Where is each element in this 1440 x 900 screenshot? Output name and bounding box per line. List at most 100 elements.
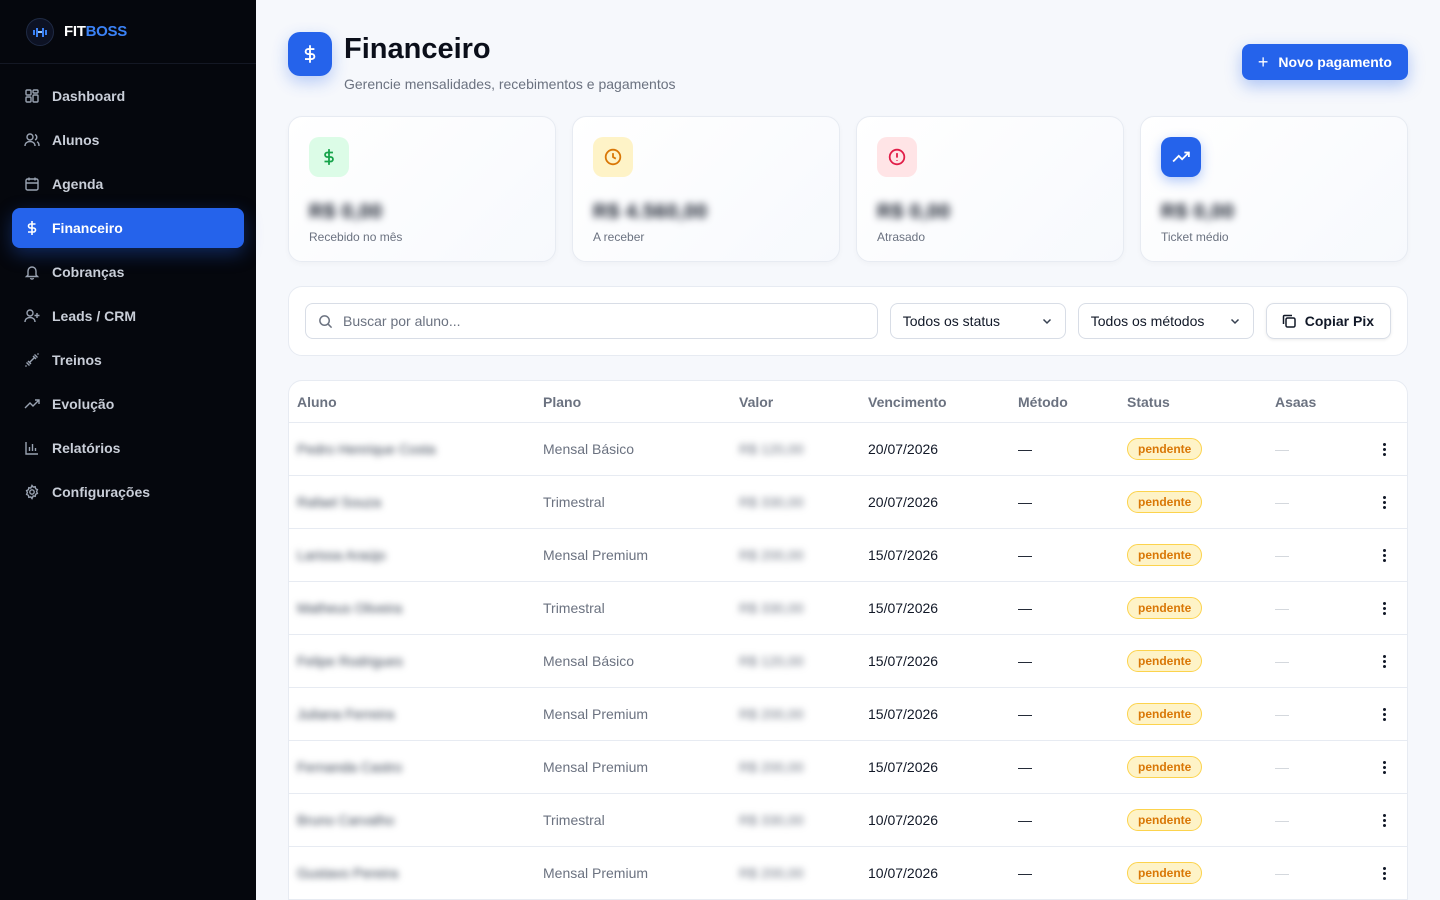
sidebar-item-label: Relatórios <box>52 440 121 456</box>
table-row[interactable]: Fernanda Castro Mensal Premium R$ 200,00 15… <box>289 741 1407 794</box>
table-row[interactable]: Larissa Araújo Mensal Premium R$ 200,00 15/… <box>289 529 1407 582</box>
column-header-valor[interactable]: Valor <box>739 394 868 410</box>
status-badge: pendente <box>1127 438 1203 460</box>
stat-card-overdue: R$ 0,00 Atrasado <box>856 116 1124 262</box>
cell-plano: Mensal Premium <box>543 706 649 722</box>
clock-icon <box>593 137 633 177</box>
cell-asaas: — <box>1275 653 1289 669</box>
cell-status: pendente <box>1127 544 1275 566</box>
cell-actions <box>1355 495 1407 509</box>
more-vertical-icon[interactable] <box>1383 813 1387 827</box>
column-header-aluno[interactable]: Aluno <box>289 394 543 410</box>
cell-aluno[interactable]: Larissa Araújo <box>289 547 543 563</box>
more-vertical-icon[interactable] <box>1383 866 1387 880</box>
table-row[interactable]: Rafael Souza Trimestral R$ 330,00 20/07/202… <box>289 476 1407 529</box>
cell-aluno[interactable]: Bruno Carvalho <box>289 812 543 828</box>
column-header-plano[interactable]: Plano <box>543 394 739 410</box>
stat-value: R$ 4.560,00 <box>593 201 708 223</box>
cell-plano: Trimestral <box>543 600 605 616</box>
bar-chart-icon <box>24 440 40 456</box>
cell-plano: Mensal Premium <box>543 547 649 563</box>
cell-actions <box>1355 601 1407 615</box>
table-header: Aluno Plano Valor Vencimento Método Stat… <box>289 381 1407 423</box>
copy-icon <box>1282 314 1296 328</box>
chevron-down-icon <box>1230 318 1239 325</box>
table-row[interactable]: Matheus Oliveira Trimestral R$ 330,00 15/07… <box>289 582 1407 635</box>
sidebar-item-alunos[interactable]: Alunos <box>12 120 244 160</box>
cell-aluno[interactable]: Juliana Ferreira <box>289 706 543 722</box>
new-payment-label: Novo pagamento <box>1278 54 1392 70</box>
column-header-asaas[interactable]: Asaas <box>1275 394 1355 410</box>
method-select-value: Todos os métodos <box>1090 313 1205 329</box>
sidebar-item-agenda[interactable]: Agenda <box>12 164 244 204</box>
cell-actions <box>1355 442 1407 456</box>
cell-metodo: — <box>1018 653 1032 669</box>
column-header-status[interactable]: Status <box>1127 394 1275 410</box>
cell-status: pendente <box>1127 491 1275 513</box>
status-select[interactable]: Todos os status <box>889 303 1066 339</box>
cell-status: pendente <box>1127 703 1275 725</box>
sidebar-item-financeiro[interactable]: Financeiro <box>12 208 244 248</box>
payments-table: Aluno Plano Valor Vencimento Método Stat… <box>288 380 1408 900</box>
sidebar-item-configuracoes[interactable]: Configurações <box>12 472 244 512</box>
cell-vencimento: 15/07/2026 <box>868 759 939 775</box>
more-vertical-icon[interactable] <box>1383 548 1387 562</box>
cell-aluno[interactable]: Pedro Henrique Costa <box>289 441 543 457</box>
trending-up-icon <box>1161 137 1201 177</box>
cell-vencimento: 15/07/2026 <box>868 600 939 616</box>
table-row[interactable]: Juliana Ferreira Mensal Premium R$ 200,00 1… <box>289 688 1407 741</box>
method-select[interactable]: Todos os métodos <box>1077 303 1254 339</box>
search-icon <box>319 314 333 328</box>
cell-aluno[interactable]: Felipe Rodrigues <box>289 653 543 669</box>
cell-valor: R$ 330,00 <box>739 600 804 616</box>
gear-icon <box>24 484 40 500</box>
brand-logo-icon <box>26 17 54 46</box>
stat-card-receivable: R$ 4.560,00 A receber <box>572 116 840 262</box>
column-header-vencimento[interactable]: Vencimento <box>868 394 1018 410</box>
column-header-metodo[interactable]: Método <box>1018 394 1127 410</box>
status-badge: pendente <box>1127 703 1203 725</box>
cell-asaas: — <box>1275 865 1289 881</box>
more-vertical-icon[interactable] <box>1383 760 1387 774</box>
sidebar-item-cobrancas[interactable]: Cobranças <box>12 252 244 292</box>
cell-actions <box>1355 707 1407 721</box>
cell-aluno[interactable]: Matheus Oliveira <box>289 600 543 616</box>
cell-aluno[interactable]: Fernanda Castro <box>289 759 543 775</box>
sidebar-item-relatorios[interactable]: Relatórios <box>12 428 244 468</box>
cell-asaas: — <box>1275 547 1289 563</box>
search-input[interactable]: Buscar por aluno... <box>305 303 878 339</box>
page-title: Financeiro <box>344 33 491 65</box>
cell-vencimento: 10/07/2026 <box>868 812 939 828</box>
cell-metodo: — <box>1018 759 1032 775</box>
cell-metodo: — <box>1018 706 1032 722</box>
cell-vencimento: 15/07/2026 <box>868 653 939 669</box>
sidebar: FITBOSS Dashboard Alunos Agenda Financei… <box>0 0 256 900</box>
cell-valor: R$ 200,00 <box>739 759 804 775</box>
sidebar-item-leads-crm[interactable]: Leads / CRM <box>12 296 244 336</box>
more-vertical-icon[interactable] <box>1383 654 1387 668</box>
more-vertical-icon[interactable] <box>1383 707 1387 721</box>
dollar-icon <box>288 32 332 76</box>
brand[interactable]: FITBOSS <box>0 0 256 64</box>
more-vertical-icon[interactable] <box>1383 601 1387 615</box>
cell-vencimento: 15/07/2026 <box>868 547 939 563</box>
sidebar-item-treinos[interactable]: Treinos <box>12 340 244 380</box>
sidebar-item-dashboard[interactable]: Dashboard <box>12 76 244 116</box>
table-row[interactable]: Bruno Carvalho Trimestral R$ 330,00 10/07/2… <box>289 794 1407 847</box>
cell-metodo: — <box>1018 600 1032 616</box>
table-row[interactable]: Pedro Henrique Costa Mensal Básico R$ 120,… <box>289 423 1407 476</box>
stat-value: R$ 0,00 <box>1161 201 1235 223</box>
sidebar-item-label: Financeiro <box>52 220 123 236</box>
table-row[interactable]: Felipe Rodrigues Mensal Básico R$ 120,00 15… <box>289 635 1407 688</box>
cell-aluno[interactable]: Rafael Souza <box>289 494 543 510</box>
sidebar-item-evolucao[interactable]: Evolução <box>12 384 244 424</box>
table-row[interactable]: Gustavo Pereira Mensal Premium R$ 200,00 10… <box>289 847 1407 900</box>
cell-aluno[interactable]: Gustavo Pereira <box>289 865 543 881</box>
more-vertical-icon[interactable] <box>1383 442 1387 456</box>
sidebar-nav: Dashboard Alunos Agenda Financeiro Cobra… <box>0 64 256 512</box>
stat-card-received: R$ 0,00 Recebido no mês <box>288 116 556 262</box>
new-payment-button[interactable]: + Novo pagamento <box>1241 44 1408 80</box>
copy-pix-button[interactable]: Copiar Pix <box>1265 303 1391 339</box>
cell-plano: Mensal Premium <box>543 865 649 881</box>
more-vertical-icon[interactable] <box>1383 495 1387 509</box>
